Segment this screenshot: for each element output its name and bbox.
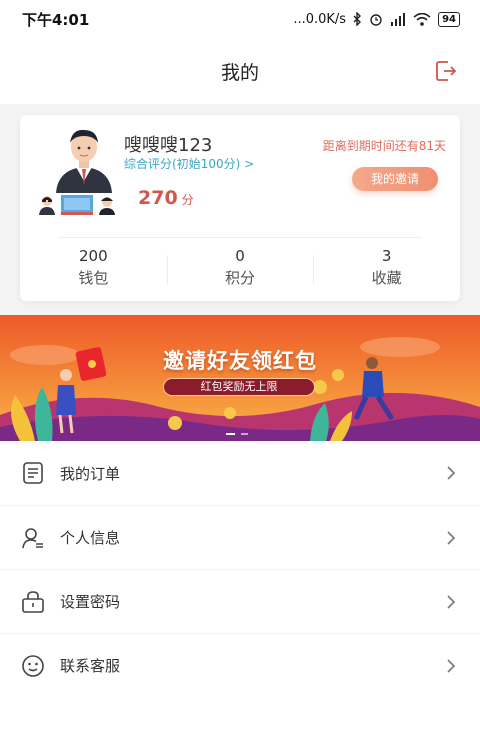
network-speed: ...0.0K/s (293, 11, 347, 27)
my-invite-button[interactable]: 我的邀请 (352, 167, 438, 191)
lock-icon (20, 589, 46, 615)
person-icon (20, 525, 46, 551)
banner-tag: 红包奖励无上限 (163, 378, 315, 396)
chevron-right-icon (447, 595, 456, 609)
banner-title: 邀请好友领红包 (163, 349, 317, 373)
stat-label: 积分 (225, 269, 256, 287)
battery-icon: 94 (438, 11, 460, 27)
score: 270 分 (138, 187, 194, 209)
score-value: 270 (138, 187, 178, 209)
page-title: 我的 (220, 61, 259, 84)
stat-value: 3 (381, 247, 392, 265)
customer-service-icon (20, 653, 46, 679)
stat-label: 收藏 (371, 269, 402, 287)
menu-item-set-password[interactable]: 设置密码 (0, 569, 480, 633)
profile-card: 嗖嗖嗖123 综合评分(初始100分) > 270 分 距离到期时间还有81天 我… (20, 115, 460, 301)
menu-item-personal-info[interactable]: 个人信息 (0, 505, 480, 569)
menu-list: 我的订单 个人信息 设置密码 联系客服 (0, 441, 480, 697)
menu-item-customer-service[interactable]: 联系客服 (0, 633, 480, 697)
pager-dot-active (226, 433, 235, 435)
page-background (0, 697, 480, 745)
invite-banner[interactable]: 邀请好友领红包 红包奖励无上限 (0, 315, 480, 441)
menu-item-label: 联系客服 (60, 657, 121, 675)
chevron-right-icon (447, 659, 456, 673)
bluetooth-icon (353, 12, 362, 26)
stat-value: 0 (235, 247, 245, 265)
menu-item-my-orders[interactable]: 我的订单 (0, 441, 480, 505)
pager-dot (241, 433, 248, 435)
menu-item-label: 我的订单 (60, 464, 121, 483)
vehicle-mini-icon (61, 195, 93, 215)
expiry-text: 距离到期时间还有81天 (322, 139, 446, 153)
signal-icon (391, 12, 406, 26)
order-list-icon (20, 460, 46, 486)
menu-item-label: 个人信息 (60, 529, 121, 547)
stats-row: 200 钱包 0 积分 3 收藏 (20, 247, 460, 288)
wifi-icon (413, 12, 431, 26)
divider (58, 237, 422, 238)
chevron-right-icon (447, 466, 456, 480)
username: 嗖嗖嗖123 (124, 135, 213, 156)
logout-icon[interactable] (434, 59, 458, 83)
driver-mini-icon (99, 197, 115, 215)
role-icons (38, 193, 116, 215)
banner-pager (226, 433, 248, 435)
menu-item-label: 设置密码 (60, 593, 121, 611)
alarm-icon (370, 14, 382, 26)
rating-link[interactable]: 综合评分(初始100分) > (124, 155, 254, 172)
stat-points[interactable]: 0 积分 (166, 247, 314, 288)
stat-wallet[interactable]: 200 钱包 (20, 247, 167, 288)
chevron-right-icon (447, 531, 456, 545)
status-icons: ...0.0K/s 94 (293, 11, 460, 27)
status-time: 下午4:01 (22, 10, 90, 29)
score-unit: 分 (181, 193, 194, 207)
stat-label: 钱包 (78, 269, 109, 287)
stat-value: 200 (79, 247, 108, 265)
nav-bar: 我的 (0, 38, 480, 104)
user-mini-icon (39, 196, 55, 215)
status-bar: 下午4:01 ...0.0K/s 94 (0, 0, 480, 38)
stat-favorites[interactable]: 3 收藏 (313, 247, 460, 288)
avatar (56, 129, 112, 193)
